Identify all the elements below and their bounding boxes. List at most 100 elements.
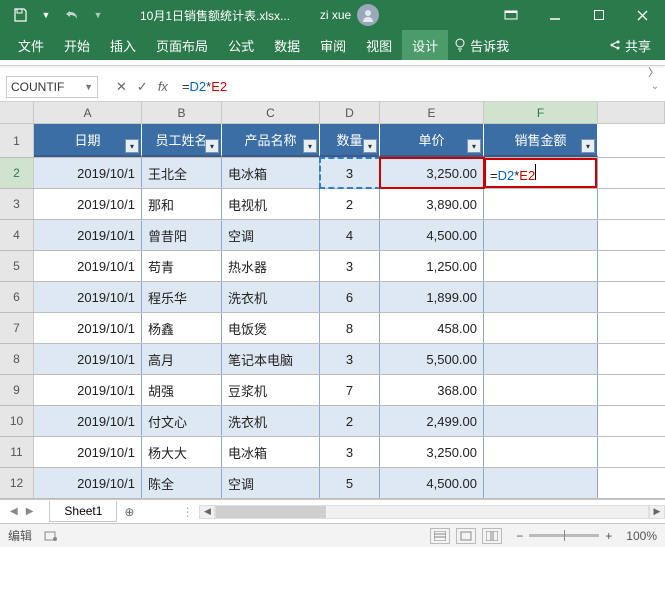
zoom-in-icon[interactable]: + (605, 529, 612, 543)
row-header[interactable]: 3 (0, 189, 34, 219)
save-icon[interactable] (8, 3, 32, 27)
filter-icon[interactable]: ▾ (303, 139, 317, 153)
cell[interactable]: 高月 (142, 344, 222, 374)
view-normal-icon[interactable] (430, 528, 450, 544)
cell[interactable]: 458.00 (380, 313, 484, 343)
col-header-extra[interactable] (598, 102, 665, 123)
table-header-date[interactable]: 日期▾ (34, 124, 142, 157)
cell[interactable]: 5 (320, 468, 380, 498)
sheet-tab[interactable]: Sheet1 (49, 501, 117, 522)
row-header[interactable]: 9 (0, 375, 34, 405)
formula-input[interactable]: =D2*E2 (182, 79, 645, 94)
ribbon-options-icon[interactable] (489, 0, 533, 30)
col-header-B[interactable]: B (142, 102, 222, 123)
cell[interactable]: 杨鑫 (142, 313, 222, 343)
cell[interactable] (484, 189, 598, 219)
enter-formula-icon[interactable]: ✓ (137, 79, 148, 95)
user-account[interactable]: zi xue (320, 4, 379, 26)
cell[interactable]: 2019/10/1 (34, 189, 142, 219)
row-header[interactable]: 11 (0, 437, 34, 467)
cell[interactable]: 胡强 (142, 375, 222, 405)
row-header[interactable]: 4 (0, 220, 34, 250)
cell[interactable]: 2019/10/1 (34, 313, 142, 343)
insert-function-icon[interactable]: fx (158, 79, 168, 94)
cell[interactable]: 2019/10/1 (34, 282, 142, 312)
cell[interactable]: 空调 (222, 468, 320, 498)
cell-formula-ref-D2[interactable]: 3 (320, 158, 380, 188)
tab-insert[interactable]: 插入 (100, 30, 146, 60)
view-page-break-icon[interactable] (482, 528, 502, 544)
filter-icon[interactable]: ▾ (125, 139, 139, 153)
cell[interactable] (484, 220, 598, 250)
zoom-out-icon[interactable]: − (516, 529, 523, 543)
cell[interactable]: 洗衣机 (222, 282, 320, 312)
filter-icon[interactable]: ▾ (467, 139, 481, 153)
cell[interactable]: 2019/10/1 (34, 251, 142, 281)
cell[interactable]: 2,499.00 (380, 406, 484, 436)
cell[interactable]: 7 (320, 375, 380, 405)
undo-icon[interactable] (60, 3, 84, 27)
table-header-product[interactable]: 产品名称▾ (222, 124, 320, 157)
collapse-ribbon-icon[interactable]: 〉 (648, 64, 659, 80)
cell[interactable]: 2019/10/1 (34, 158, 142, 188)
cell[interactable]: 2 (320, 189, 380, 219)
cell[interactable]: 苟青 (142, 251, 222, 281)
filter-icon[interactable]: ▾ (205, 139, 219, 153)
select-all-corner[interactable] (0, 102, 34, 123)
cell[interactable]: 4,500.00 (380, 468, 484, 498)
cell[interactable]: 4 (320, 220, 380, 250)
cell[interactable] (484, 468, 598, 498)
cell[interactable] (484, 251, 598, 281)
col-header-A[interactable]: A (34, 102, 142, 123)
cell[interactable]: 368.00 (380, 375, 484, 405)
cell[interactable]: 3,250.00 (380, 437, 484, 467)
cell[interactable]: 2019/10/1 (34, 344, 142, 374)
sheet-nav-prev-icon[interactable]: ◀ (10, 506, 18, 517)
cell[interactable]: 1,250.00 (380, 251, 484, 281)
cell[interactable]: 笔记本电脑 (222, 344, 320, 374)
view-page-layout-icon[interactable] (456, 528, 476, 544)
new-sheet-icon[interactable]: ⊕ (117, 505, 141, 519)
col-header-D[interactable]: D (320, 102, 380, 123)
sheet-nav-next-icon[interactable]: ▶ (26, 506, 34, 517)
tell-me-search[interactable]: 告诉我 (454, 36, 509, 55)
cell[interactable]: 热水器 (222, 251, 320, 281)
cell[interactable]: 付文心 (142, 406, 222, 436)
qat-dropdown-icon[interactable]: ▼ (34, 3, 58, 27)
cell[interactable]: 3,890.00 (380, 189, 484, 219)
cell[interactable] (484, 375, 598, 405)
cell[interactable]: 2019/10/1 (34, 220, 142, 250)
tab-view[interactable]: 视图 (356, 30, 402, 60)
cell[interactable] (484, 437, 598, 467)
zoom-slider[interactable] (529, 534, 599, 537)
row-header[interactable]: 10 (0, 406, 34, 436)
tab-review[interactable]: 审阅 (310, 30, 356, 60)
share-button[interactable]: 共享 (609, 36, 657, 55)
cell[interactable]: 2 (320, 406, 380, 436)
redo-dropdown-icon[interactable]: ▼ (86, 3, 110, 27)
zoom-percent[interactable]: 100% (626, 529, 657, 543)
cell[interactable]: 电视机 (222, 189, 320, 219)
cell[interactable]: 3 (320, 251, 380, 281)
tab-home[interactable]: 开始 (54, 30, 100, 60)
scroll-right-icon[interactable]: ▶ (649, 505, 665, 519)
cell[interactable] (484, 313, 598, 343)
cell[interactable]: 电饭煲 (222, 313, 320, 343)
cell-formula-ref-E2[interactable]: 3,250.00 (380, 158, 484, 188)
cell[interactable]: 1,899.00 (380, 282, 484, 312)
maximize-icon[interactable] (577, 0, 621, 30)
tab-page-layout[interactable]: 页面布局 (146, 30, 218, 60)
cell[interactable]: 那和 (142, 189, 222, 219)
scroll-thumb[interactable] (216, 506, 326, 518)
tab-design[interactable]: 设计 (402, 30, 448, 60)
cell[interactable]: 2019/10/1 (34, 375, 142, 405)
cancel-formula-icon[interactable]: ✕ (116, 79, 127, 95)
cell[interactable]: 程乐华 (142, 282, 222, 312)
filter-icon[interactable]: ▾ (581, 139, 595, 153)
cell[interactable] (484, 344, 598, 374)
col-header-C[interactable]: C (222, 102, 320, 123)
tab-formulas[interactable]: 公式 (218, 30, 264, 60)
cell[interactable]: 2019/10/1 (34, 468, 142, 498)
cell[interactable]: 洗衣机 (222, 406, 320, 436)
col-header-E[interactable]: E (380, 102, 484, 123)
